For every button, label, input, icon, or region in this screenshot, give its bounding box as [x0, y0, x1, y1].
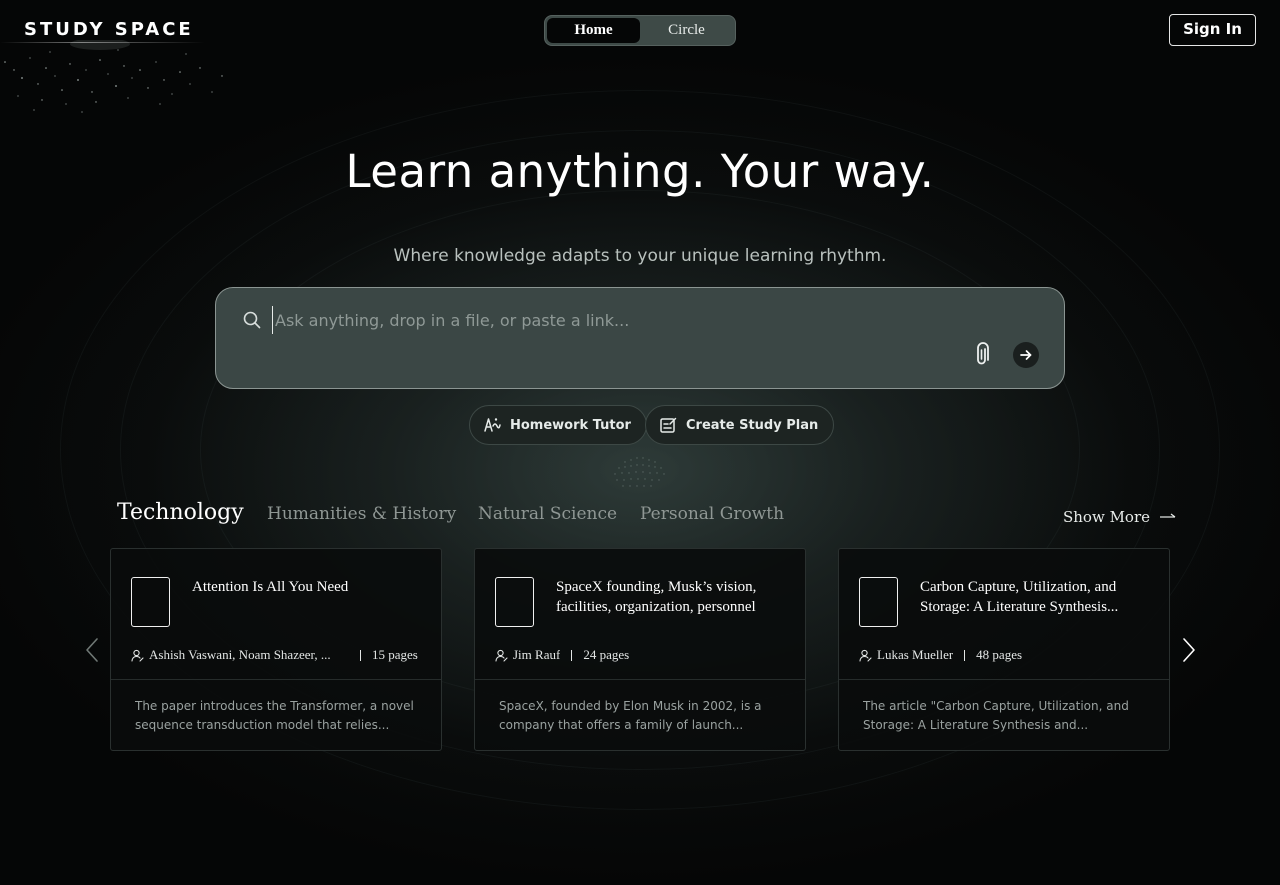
document-card[interactable]: SpaceX founding, Musk’s vision, faciliti… — [474, 548, 806, 751]
paperclip-icon[interactable] — [972, 342, 992, 368]
nav-circle-tab[interactable]: Circle — [640, 18, 733, 43]
card-divider — [475, 679, 805, 680]
document-thumbnail — [859, 577, 898, 627]
tab-technology[interactable]: Technology — [117, 500, 244, 525]
nav-home-tab[interactable]: Home — [547, 18, 640, 43]
study-plan-icon — [660, 417, 677, 433]
tab-personal-growth[interactable]: Personal Growth — [640, 504, 784, 524]
card-meta: Lukas Mueller 48 pages — [859, 646, 1159, 664]
homework-tutor-label: Homework Tutor — [510, 417, 631, 433]
document-thumbnail — [131, 577, 170, 627]
card-description: SpaceX, founded by Elon Musk in 2002, is… — [499, 699, 762, 732]
meta-separator — [571, 649, 573, 661]
author-icon — [131, 649, 144, 662]
card-title: Attention Is All You Need — [192, 579, 349, 595]
starfield-decoration — [4, 40, 223, 113]
background-glow — [0, 0, 1280, 885]
tab-humanities-history[interactable]: Humanities & History — [267, 504, 456, 524]
document-card[interactable]: Attention Is All You Need Ashish Vaswani… — [110, 548, 442, 751]
carousel-prev-arrow[interactable] — [84, 637, 100, 663]
hero-subtitle: Where knowledge adapts to your unique le… — [393, 246, 887, 266]
card-pages: 24 pages — [583, 647, 630, 662]
hero-title: Learn anything. Your way. — [345, 145, 935, 198]
author-icon — [495, 649, 508, 662]
card-divider — [839, 679, 1169, 680]
logo-underline — [0, 42, 205, 43]
submit-button[interactable] — [1013, 342, 1039, 368]
show-more-link[interactable]: Show More — [1063, 508, 1176, 526]
app-logo[interactable]: STUDY SPACE — [24, 19, 194, 40]
card-description: The paper introduces the Transformer, a … — [135, 699, 414, 732]
card-author: Lukas Mueller — [877, 647, 954, 662]
create-study-plan-label: Create Study Plan — [686, 417, 819, 433]
meta-separator — [964, 649, 966, 661]
tutor-icon — [484, 418, 501, 432]
card-meta: Ashish Vaswani, Noam Shazeer, ... 15 pag… — [131, 646, 431, 664]
show-more-label: Show More — [1063, 508, 1151, 526]
card-description: The article "Carbon Capture, Utilization… — [863, 699, 1129, 732]
card-author: Ashish Vaswani, Noam Shazeer, ... — [149, 647, 331, 662]
sign-in-button[interactable]: Sign In — [1169, 14, 1256, 46]
card-meta: Jim Rauf 24 pages — [495, 646, 795, 664]
card-title: Carbon Capture, Utilization, and Storage… — [920, 579, 1119, 615]
nav-toggle: Home Circle — [544, 15, 736, 46]
decorative-dot-cluster — [614, 457, 665, 487]
search-input[interactable] — [272, 306, 1032, 334]
search-box — [215, 287, 1065, 389]
card-author: Jim Rauf — [513, 647, 561, 662]
author-icon — [859, 649, 872, 662]
meta-separator — [360, 649, 361, 661]
homework-tutor-button[interactable]: Homework Tutor — [469, 405, 647, 445]
carousel-next-arrow[interactable] — [1181, 637, 1197, 663]
card-title: SpaceX founding, Musk’s vision, faciliti… — [556, 579, 757, 615]
card-pages: 15 pages — [372, 647, 418, 662]
card-divider — [111, 679, 441, 680]
arrow-right-icon — [1020, 350, 1032, 360]
long-arrow-right-icon — [1160, 513, 1176, 518]
tab-natural-science[interactable]: Natural Science — [478, 504, 617, 524]
create-study-plan-button[interactable]: Create Study Plan — [645, 405, 835, 445]
document-card[interactable]: Carbon Capture, Utilization, and Storage… — [838, 548, 1170, 751]
card-pages: 48 pages — [976, 647, 1023, 662]
document-thumbnail — [495, 577, 534, 627]
search-icon — [243, 311, 261, 329]
